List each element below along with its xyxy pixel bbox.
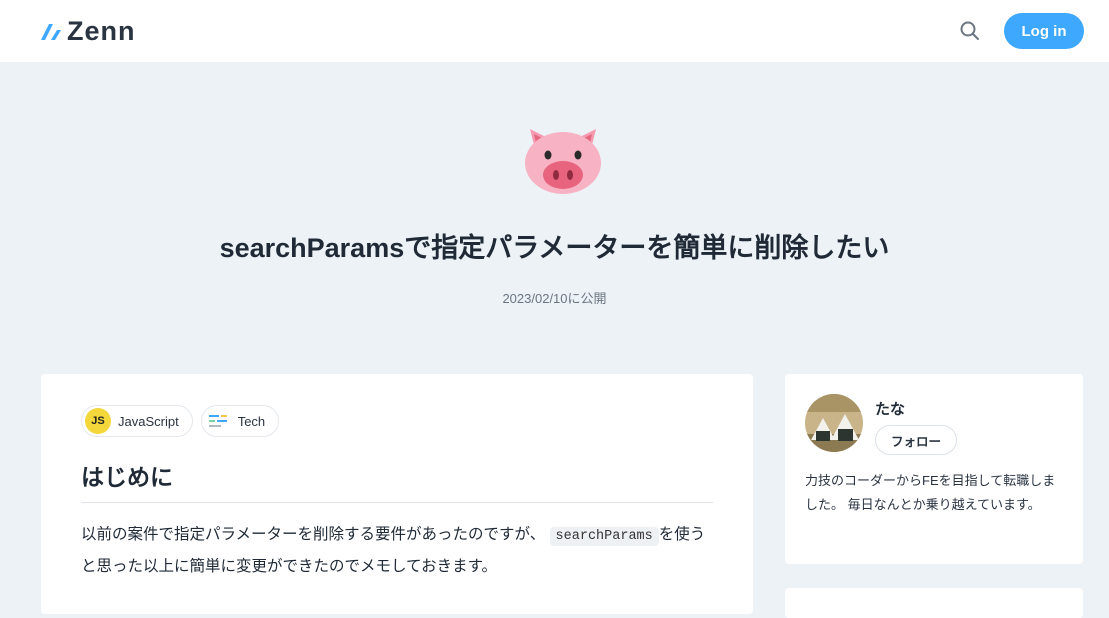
- author-card: たな フォロー 力技のコーダーからFEを目指して転職しました。 毎日なんとか乗り…: [785, 374, 1083, 564]
- site-header: Zenn Log in: [0, 0, 1109, 62]
- pig-face-emoji: [525, 129, 601, 194]
- inline-code: searchParams: [549, 527, 659, 546]
- author-bio: 力技のコーダーからFEを目指して転職しました。 毎日なんとか乗り越えています。: [805, 473, 1056, 512]
- section-heading: はじめに: [81, 458, 713, 503]
- tech-icon: [205, 408, 231, 434]
- author-name[interactable]: たな: [875, 398, 905, 419]
- topic-list: JS JavaScript Tech: [81, 405, 280, 437]
- follow-button[interactable]: フォロー: [875, 425, 957, 455]
- login-button[interactable]: Log in: [1004, 13, 1084, 49]
- author-avatar[interactable]: [805, 394, 863, 452]
- topic-tech[interactable]: Tech: [200, 405, 280, 437]
- paragraph-text: 以前の案件で指定パラメーターを削除する要件があったのですが、: [81, 526, 546, 543]
- topic-label: JavaScript: [118, 413, 179, 429]
- sidebar-card: [785, 588, 1083, 618]
- article-body-card: JS JavaScript Tech はじめに 以前の案件で指定パラメーターを削…: [41, 374, 753, 614]
- topic-label: Tech: [237, 413, 266, 429]
- topic-javascript[interactable]: JS JavaScript: [81, 405, 193, 437]
- zenn-logo-icon: [41, 24, 61, 40]
- zenn-logo[interactable]: Zenn: [40, 16, 136, 46]
- search-button[interactable]: [958, 19, 982, 43]
- article-title: searchParamsで指定パラメーターを簡単に削除したい: [219, 233, 890, 263]
- search-icon: [960, 21, 979, 40]
- article-paragraph: 以前の案件で指定パラメーターを削除する要件があったのですが、 searchPar…: [81, 520, 713, 582]
- logo-text: Zenn: [67, 16, 136, 46]
- javascript-icon: JS: [85, 408, 111, 434]
- published-date: 2023/02/10に公開: [502, 291, 607, 306]
